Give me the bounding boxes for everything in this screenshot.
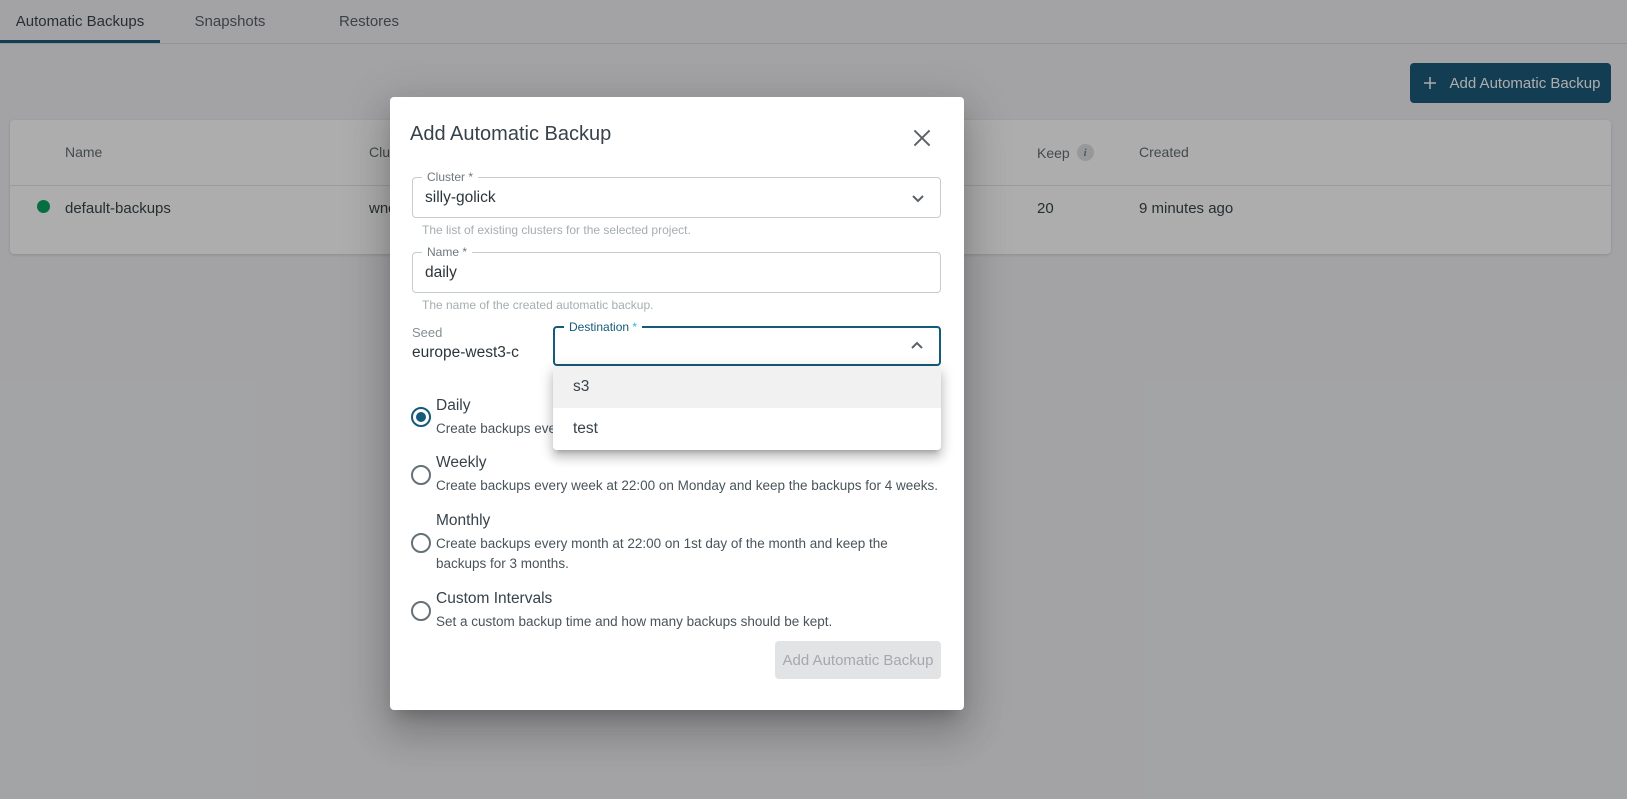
radio-monthly-description: Create backups every month at 22:00 on 1…: [436, 534, 941, 574]
cluster-select[interactable]: Cluster * silly-golick: [412, 177, 941, 218]
radio-weekly-description: Create backups every week at 22:00 on Mo…: [436, 476, 941, 496]
cluster-select-value: silly-golick: [425, 178, 496, 217]
name-field-value: daily: [425, 253, 457, 292]
radio-daily-label[interactable]: Daily: [436, 397, 470, 415]
destination-option-s3[interactable]: s3: [553, 366, 941, 408]
radio-monthly[interactable]: [411, 533, 431, 553]
chevron-down-icon: [906, 186, 930, 210]
radio-daily[interactable]: [411, 407, 431, 427]
page: Automatic Backups Snapshots Restores Add…: [0, 0, 1627, 799]
destination-select-label: Destination *: [564, 321, 642, 334]
name-field[interactable]: Name * daily: [412, 252, 941, 293]
radio-weekly-label[interactable]: Weekly: [436, 454, 487, 472]
close-icon[interactable]: [909, 125, 935, 151]
seed-label: Seed: [412, 325, 442, 340]
destination-option-test[interactable]: test: [553, 408, 941, 450]
required-asterisk: *: [632, 320, 637, 334]
name-helper-text: The name of the created automatic backup…: [422, 298, 653, 312]
radio-monthly-label[interactable]: Monthly: [436, 512, 490, 530]
seed-value: europe-west3-c: [412, 344, 519, 362]
radio-custom-intervals[interactable]: [411, 601, 431, 621]
cluster-helper-text: The list of existing clusters for the se…: [422, 223, 691, 237]
destination-select[interactable]: Destination *: [553, 326, 941, 366]
submit-add-automatic-backup-button[interactable]: Add Automatic Backup: [775, 641, 941, 679]
radio-custom-intervals-label[interactable]: Custom Intervals: [436, 590, 552, 608]
radio-weekly[interactable]: [411, 465, 431, 485]
dialog-title: Add Automatic Backup: [410, 123, 611, 146]
destination-dropdown-menu: s3 test: [553, 366, 941, 450]
chevron-up-icon: [905, 334, 929, 358]
radio-custom-intervals-description: Set a custom backup time and how many ba…: [436, 612, 941, 632]
